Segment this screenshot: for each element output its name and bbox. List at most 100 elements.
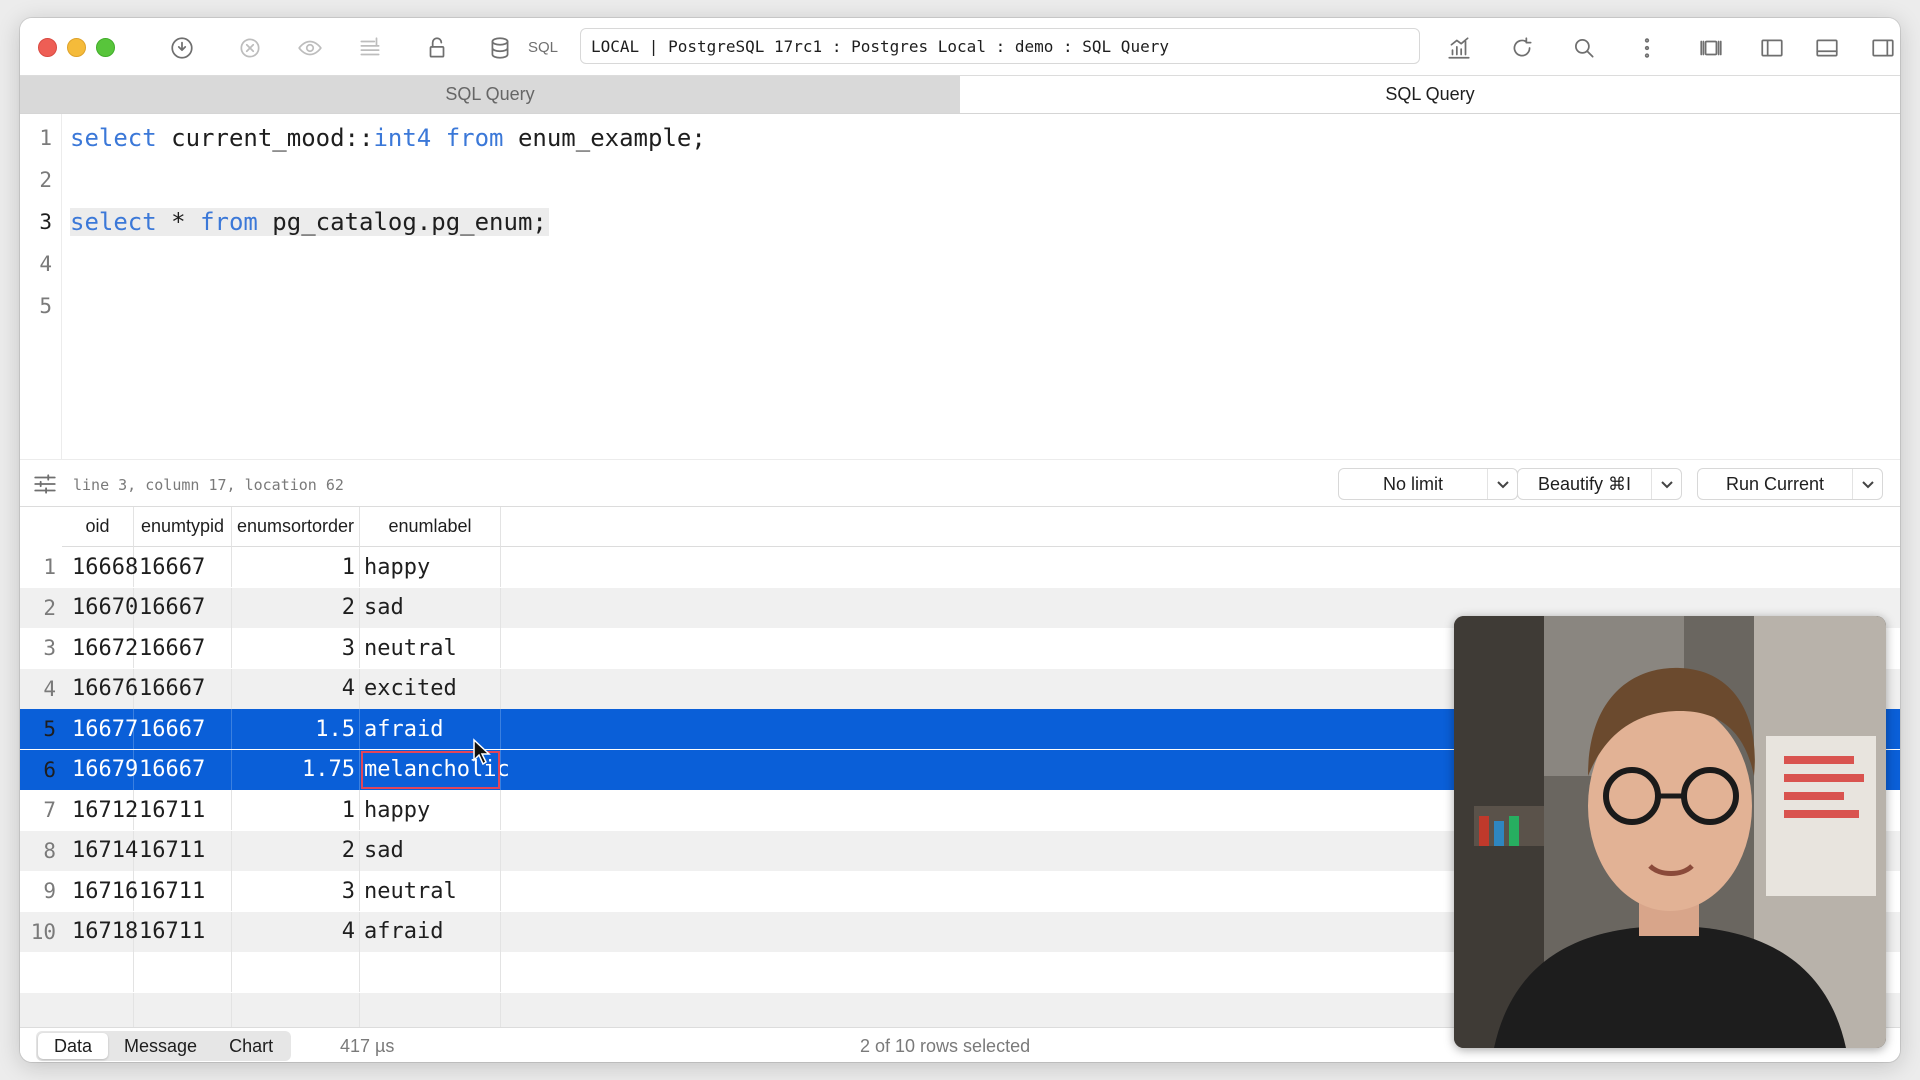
sql-text: current_mood:: — [156, 124, 374, 152]
close-window-button[interactable] — [38, 38, 57, 57]
chevron-down-icon[interactable] — [1852, 469, 1882, 499]
column-header-enumtypid[interactable]: enumtypid — [134, 507, 232, 547]
cell-enumlabel[interactable]: neutral — [360, 871, 501, 911]
result-view-switcher: Data Message Chart — [36, 1031, 292, 1061]
settings-sliders-icon[interactable] — [32, 471, 58, 497]
cell-oid[interactable]: 16718 — [62, 911, 138, 952]
selection-status: 2 of 10 rows selected — [860, 1036, 1031, 1056]
cell-enumsortorder[interactable]: 3 — [232, 871, 360, 911]
line-number: 2 — [39, 168, 52, 192]
sql-editor[interactable]: 1 2 3 4 5 select current_mood::int4 from… — [20, 114, 1900, 459]
sql-text: enum_example; — [503, 124, 706, 152]
empty-cell — [232, 952, 360, 992]
cell-enumlabel[interactable]: sad — [360, 830, 501, 871]
chart-icon[interactable] — [1444, 33, 1474, 63]
chevron-down-icon[interactable] — [1487, 469, 1517, 499]
cell-enumtypid[interactable]: 16711 — [134, 911, 232, 952]
sql-text: * — [156, 208, 201, 236]
cell-enumtypid[interactable]: 16667 — [134, 628, 232, 668]
cell-oid[interactable]: 16672 — [62, 628, 138, 668]
toolbar: SQL LOCAL | PostgreSQL 17rc1 : Postgres … — [20, 18, 1900, 76]
search-icon[interactable] — [1569, 33, 1599, 63]
tab-chart[interactable]: Chart — [213, 1033, 289, 1059]
empty-cell — [360, 952, 501, 992]
column-header-oid[interactable]: oid — [62, 507, 134, 547]
cell-enumtypid[interactable]: 16711 — [134, 871, 232, 911]
cell-oid[interactable]: 16716 — [62, 871, 138, 911]
code-line-1[interactable]: select current_mood::int4 from enum_exam… — [70, 124, 706, 152]
cell-enumsortorder[interactable]: 4 — [232, 668, 360, 709]
cell-enumtypid[interactable]: 16667 — [134, 668, 232, 709]
sql-keyword: from — [445, 124, 504, 152]
cell-enumtypid[interactable]: 16667 — [134, 547, 232, 587]
beautify-button[interactable]: Beautify ⌘I — [1517, 468, 1682, 500]
cell-enumsortorder[interactable]: 1 — [232, 790, 360, 830]
cell-oid[interactable]: 16670 — [62, 587, 138, 628]
cell-oid[interactable]: 16677 — [62, 709, 138, 749]
editor-status-bar: line 3, column 17, location 62 No limit … — [20, 459, 1900, 507]
beautify-label: Beautify ⌘I — [1537, 473, 1632, 494]
column-header-enumlabel[interactable]: enumlabel — [360, 507, 501, 547]
row-limit-dropdown[interactable]: No limit — [1338, 468, 1518, 500]
tab-data[interactable]: Data — [38, 1033, 109, 1059]
lock-icon[interactable] — [422, 33, 452, 63]
columns-layout-icon[interactable] — [1696, 33, 1726, 63]
cell-enumlabel[interactable]: neutral — [360, 628, 501, 668]
minimize-window-button[interactable] — [67, 38, 86, 57]
row-number: 10 — [30, 919, 56, 944]
cell-oid[interactable]: 16676 — [62, 668, 138, 709]
cell-enumlabel[interactable]: excited — [360, 668, 501, 709]
cell-oid[interactable]: 16668 — [62, 547, 138, 587]
run-current-button[interactable]: Run Current — [1697, 468, 1883, 500]
cell-enumtypid[interactable]: 16667 — [134, 587, 232, 628]
cell-enumsortorder[interactable]: 2 — [232, 830, 360, 871]
explain-eye-icon[interactable] — [295, 33, 325, 63]
row-number: 7 — [43, 798, 56, 822]
cell-oid[interactable]: 16714 — [62, 830, 138, 871]
chevron-down-icon[interactable] — [1651, 469, 1681, 499]
tab-sql-query-1[interactable]: SQL Query — [20, 76, 960, 113]
cell-enumlabel[interactable]: sad — [360, 587, 501, 628]
toggle-right-sidebar-icon[interactable] — [1868, 33, 1898, 63]
toggle-bottom-panel-icon[interactable] — [1812, 33, 1842, 63]
cell-enumsortorder[interactable]: 1 — [232, 547, 360, 587]
database-icon[interactable] — [485, 33, 515, 63]
cell-enumsortorder[interactable]: 3 — [232, 628, 360, 668]
cell-enumtypid[interactable]: 16711 — [134, 830, 232, 871]
connection-selector[interactable]: LOCAL | PostgreSQL 17rc1 : Postgres Loca… — [580, 28, 1420, 64]
cell-enumsortorder[interactable]: 1.5 — [232, 709, 360, 749]
cell-enumlabel[interactable]: happy — [360, 790, 501, 830]
cancel-icon[interactable] — [235, 33, 265, 63]
sql-mode-label[interactable]: SQL — [528, 39, 558, 56]
tab-sql-query-2[interactable]: SQL Query — [960, 76, 1900, 113]
cell-oid[interactable]: 16679 — [62, 749, 138, 790]
empty-cell — [62, 992, 134, 1027]
run-icon[interactable] — [167, 33, 197, 63]
format-lines-icon[interactable] — [355, 33, 385, 63]
empty-cell — [62, 952, 134, 992]
cell-enumsortorder[interactable]: 4 — [232, 911, 360, 952]
cell-enumsortorder[interactable]: 1.75 — [232, 749, 360, 790]
line-number-current: 3 — [39, 210, 52, 234]
column-header-enumsortorder[interactable]: enumsortorder — [232, 507, 360, 547]
code-line-3[interactable]: select * from pg_catalog.pg_enum; — [70, 208, 549, 236]
sql-keyword: select — [70, 124, 157, 152]
cell-enumlabel[interactable]: afraid — [360, 911, 501, 952]
cell-enumtypid[interactable]: 16711 — [134, 790, 232, 830]
zoom-window-button[interactable] — [96, 38, 115, 57]
cell-oid[interactable]: 16712 — [62, 790, 138, 830]
toggle-left-sidebar-icon[interactable] — [1757, 33, 1787, 63]
refresh-icon[interactable] — [1507, 33, 1537, 63]
table-row[interactable]: 1 16668 16667 1 happy — [20, 547, 1900, 587]
cell-enumtypid[interactable]: 16667 — [134, 709, 232, 749]
cell-enumlabel[interactable]: happy — [360, 547, 501, 587]
tab-message[interactable]: Message — [108, 1033, 213, 1059]
cell-enumtypid[interactable]: 16667 — [134, 749, 232, 790]
row-number: 2 — [43, 595, 56, 620]
cell-enumsortorder[interactable]: 2 — [232, 587, 360, 628]
more-options-icon[interactable] — [1632, 33, 1662, 63]
empty-cell — [360, 992, 501, 1027]
sql-text: pg_catalog.pg_enum; — [257, 208, 547, 236]
row-number: 5 — [43, 717, 56, 741]
